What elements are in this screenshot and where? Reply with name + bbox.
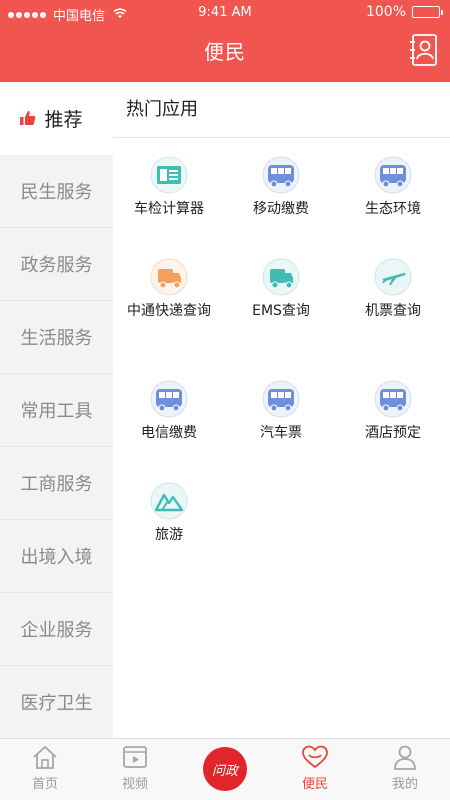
tab-convenience[interactable]: 便民 — [270, 739, 360, 800]
app-item[interactable]: 中通快递查询 — [113, 258, 225, 320]
delivery-icon — [150, 258, 188, 296]
battery-percent: 100% — [365, 4, 406, 20]
id-card-icon — [150, 156, 188, 194]
bus-icon — [262, 380, 300, 418]
top-header: 中国电信 9:41 AM 100% 便民 — [0, 0, 450, 82]
section-title: 热门应用 — [113, 82, 450, 138]
app-label: 移动缴费 — [253, 201, 309, 217]
main-content: 热门应用 车检计算器 移动缴费 生态环境 中通快递查询 EMS查询 机票查询 电… — [113, 82, 450, 738]
sidebar-item-life[interactable]: 生活服务 — [0, 301, 113, 374]
wenzheng-logo[interactable]: 问政 — [203, 747, 247, 791]
app-item[interactable]: 机票查询 — [337, 258, 449, 320]
app-label: 酒店预定 — [365, 425, 421, 441]
sidebar-item-immigration[interactable]: 出境入境 — [0, 520, 113, 593]
sidebar-item-label: 工商服务 — [20, 474, 93, 495]
app-label: 机票查询 — [365, 303, 421, 319]
plane-icon — [374, 258, 412, 296]
bus-icon — [374, 380, 412, 418]
sidebar-item-label: 民生服务 — [20, 182, 93, 203]
sidebar-item-label: 推荐 — [44, 109, 83, 131]
tab-label: 我的 — [391, 777, 418, 792]
sidebar-item-label: 出境入境 — [20, 547, 93, 568]
bus-icon — [374, 156, 412, 194]
app-item[interactable]: 酒店预定 — [337, 380, 449, 442]
app-label: 汽车票 — [260, 425, 302, 441]
app-label: EMS查询 — [252, 303, 310, 319]
tab-label: 首页 — [31, 777, 58, 792]
app-item[interactable]: 生态环境 — [337, 156, 449, 218]
sidebar-item-label: 企业服务 — [20, 620, 93, 641]
video-icon — [123, 746, 147, 768]
sidebar-item-medical[interactable]: 医疗卫生 — [0, 666, 113, 739]
bus-icon — [262, 156, 300, 194]
sidebar-item-enterprise[interactable]: 企业服务 — [0, 593, 113, 666]
contact-card-icon[interactable] — [410, 34, 438, 66]
sidebar-item-recommend[interactable]: 推荐 — [0, 82, 113, 155]
bus-icon — [150, 380, 188, 418]
sidebar-item-tools[interactable]: 常用工具 — [0, 374, 113, 447]
app-item[interactable]: 车检计算器 — [113, 156, 225, 218]
page-title: 便民 — [204, 40, 246, 64]
sidebar-item-label: 政务服务 — [20, 255, 93, 276]
sidebar-item-livelihood[interactable]: 民生服务 — [0, 155, 113, 228]
sidebar-item-label: 生活服务 — [20, 328, 93, 349]
mountain-icon — [150, 482, 188, 520]
sidebar-item-label: 医疗卫生 — [20, 693, 93, 714]
tab-home[interactable]: 首页 — [0, 739, 90, 800]
app-label: 电信缴费 — [141, 425, 197, 441]
app-label: 生态环境 — [365, 201, 421, 217]
tab-label: 视频 — [121, 777, 148, 792]
app-item[interactable]: EMS查询 — [225, 258, 337, 320]
app-label: 车检计算器 — [134, 201, 204, 217]
sidebar-item-label: 常用工具 — [20, 401, 93, 422]
thumbs-up-icon — [20, 110, 36, 131]
battery-icon — [412, 6, 443, 18]
tab-label: 便民 — [301, 777, 328, 792]
app-item[interactable]: 旅游 — [113, 482, 225, 544]
app-item[interactable]: 移动缴费 — [225, 156, 337, 218]
status-bar: 中国电信 9:41 AM 100% — [0, 0, 450, 26]
app-label: 中通快递查询 — [127, 303, 211, 319]
status-right: 100% — [365, 4, 443, 20]
tab-mine[interactable]: 我的 — [360, 739, 450, 800]
person-icon — [394, 745, 416, 770]
sidebar-item-government[interactable]: 政务服务 — [0, 228, 113, 301]
app-label: 旅游 — [155, 527, 183, 543]
delivery-icon — [262, 258, 300, 296]
sidebar-item-business[interactable]: 工商服务 — [0, 447, 113, 520]
bottom-tab-bar: 首页 视频 问政 便民 我的 — [0, 738, 450, 800]
heart-icon — [302, 745, 328, 769]
tab-video[interactable]: 视频 — [90, 739, 180, 800]
app-item[interactable]: 电信缴费 — [113, 380, 225, 442]
app-item[interactable]: 汽车票 — [225, 380, 337, 442]
category-sidebar: 推荐 民生服务 政务服务 生活服务 常用工具 工商服务 出境入境 企业服务 医疗… — [0, 82, 113, 739]
home-icon — [33, 745, 57, 769]
